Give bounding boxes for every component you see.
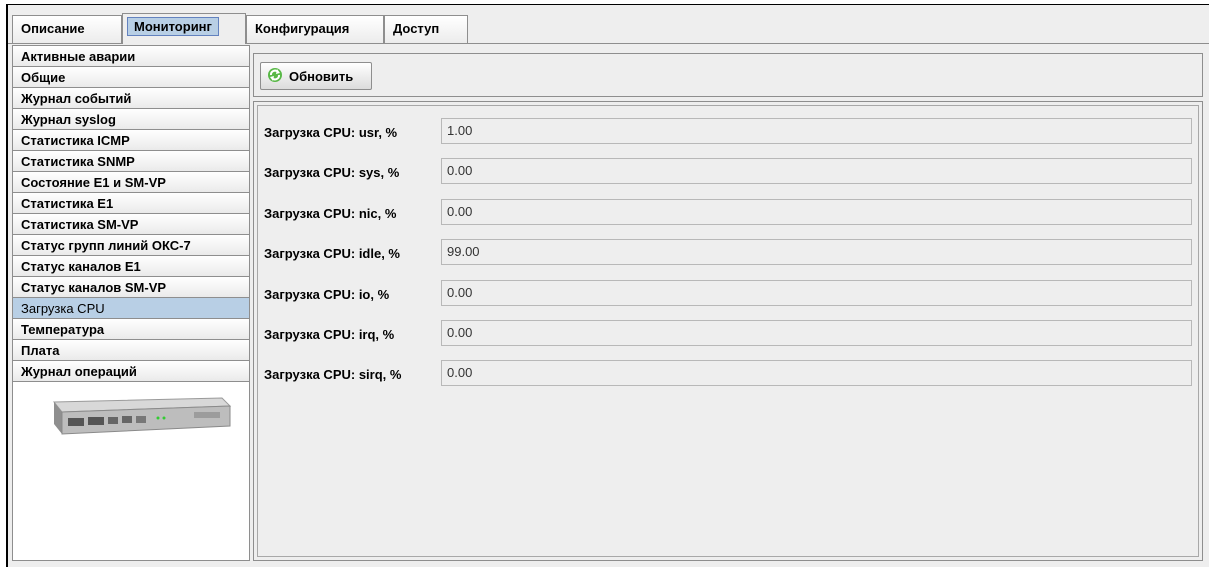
tab-label: Описание [21, 21, 85, 36]
menu-item-snmp-stats[interactable]: Статистика SNMP [13, 151, 249, 172]
menu-item-board[interactable]: Плата [13, 340, 249, 361]
field-label: Загрузка CPU: sys, % [264, 165, 400, 180]
cpu-nic-value: 0.00 [441, 199, 1192, 225]
tab-label: Доступ [393, 21, 440, 36]
cpu-io-value: 0.00 [441, 280, 1192, 306]
field-row-nic: Загрузка CPU: nic, % 0.00 [264, 199, 1194, 225]
tab-configuration[interactable]: Конфигурация [246, 15, 384, 43]
field-row-idle: Загрузка CPU: idle, % 99.00 [264, 239, 1194, 265]
field-label: Загрузка CPU: idle, % [264, 246, 400, 261]
device-rack-unit-image [52, 397, 232, 435]
menu-item-active-alarms[interactable]: Активные аварии [13, 46, 249, 67]
field-row-io: Загрузка CPU: io, % 0.00 [264, 280, 1194, 306]
tab-access[interactable]: Доступ [384, 15, 468, 43]
cpu-usr-value: 1.00 [441, 118, 1192, 144]
field-label: Загрузка CPU: irq, % [264, 327, 395, 342]
tab-label: Мониторинг [127, 17, 219, 36]
menu-item-smvp-stats[interactable]: Статистика SM-VP [13, 214, 249, 235]
field-row-sys: Загрузка CPU: sys, % 0.00 [264, 158, 1194, 184]
cpu-load-fields: Загрузка CPU: usr, % 1.00 Загрузка CPU: … [257, 105, 1199, 557]
menu-item-temperature[interactable]: Температура [13, 319, 249, 340]
menu-item-ss7-linkset-status[interactable]: Статус групп линий ОКС-7 [13, 235, 249, 256]
cpu-sirq-value: 0.00 [441, 360, 1192, 386]
menu-item-e1-channel-status[interactable]: Статус каналов E1 [13, 256, 249, 277]
field-row-irq: Загрузка CPU: irq, % 0.00 [264, 320, 1194, 346]
device-image-box [13, 382, 249, 456]
field-label: Загрузка CPU: sirq, % [264, 367, 402, 382]
refresh-icon [267, 67, 283, 86]
tab-monitoring[interactable]: Мониторинг [122, 13, 246, 44]
cpu-irq-value: 0.00 [441, 320, 1192, 346]
menu-item-general[interactable]: Общие [13, 67, 249, 88]
refresh-button[interactable]: Обновить [260, 62, 372, 90]
tab-description[interactable]: Описание [12, 15, 122, 43]
monitoring-menu: Активные аварии Общие Журнал событий Жур… [12, 45, 250, 561]
field-row-sirq: Загрузка CPU: sirq, % 0.00 [264, 360, 1194, 386]
menu-item-e1-stats[interactable]: Статистика E1 [13, 193, 249, 214]
cpu-load-panel: Загрузка CPU: usr, % 1.00 Загрузка CPU: … [253, 101, 1203, 561]
toolbar: Обновить [253, 53, 1203, 97]
menu-item-syslog[interactable]: Журнал syslog [13, 109, 249, 130]
menu-item-smvp-channel-status[interactable]: Статус каналов SM-VP [13, 277, 249, 298]
menu-item-icmp-stats[interactable]: Статистика ICMP [13, 130, 249, 151]
menu-item-cpu-load[interactable]: Загрузка CPU [13, 298, 249, 319]
monitoring-window: Описание Мониторинг Конфигурация Доступ … [6, 4, 1209, 567]
refresh-button-label: Обновить [289, 68, 354, 84]
tab-bar: Описание Мониторинг Конфигурация Доступ [8, 5, 1209, 44]
field-label: Загрузка CPU: usr, % [264, 125, 398, 140]
menu-item-operations-log[interactable]: Журнал операций [13, 361, 249, 382]
menu-item-event-log[interactable]: Журнал событий [13, 88, 249, 109]
field-label: Загрузка CPU: nic, % [264, 206, 397, 221]
menu-item-e1-smvp-state[interactable]: Состояние E1 и SM-VP [13, 172, 249, 193]
tab-label: Конфигурация [255, 21, 350, 36]
field-row-usr: Загрузка CPU: usr, % 1.00 [264, 118, 1194, 144]
cpu-sys-value: 0.00 [441, 158, 1192, 184]
field-label: Загрузка CPU: io, % [264, 287, 390, 302]
cpu-idle-value: 99.00 [441, 239, 1192, 265]
